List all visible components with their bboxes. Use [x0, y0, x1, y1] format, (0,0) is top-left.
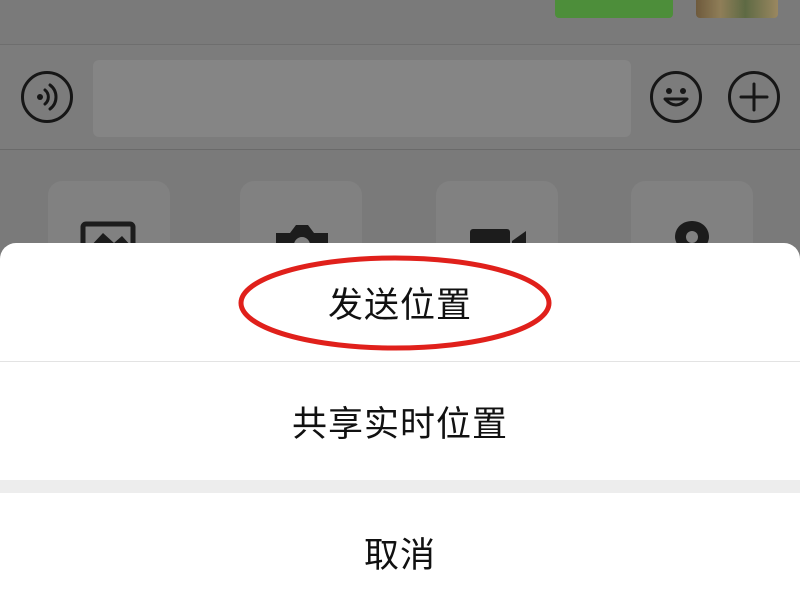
camera-tile[interactable] — [240, 181, 362, 251]
emoji-button[interactable] — [650, 71, 702, 123]
photo-tile[interactable] — [48, 181, 170, 251]
message-input[interactable] — [93, 60, 631, 137]
share-live-location-option[interactable]: 共享实时位置 — [0, 362, 800, 480]
send-location-option[interactable]: 发送位置 — [0, 243, 800, 361]
voice-icon — [37, 83, 58, 111]
voice-button[interactable] — [21, 71, 73, 123]
cancel-button[interactable]: 取消 — [0, 493, 800, 612]
image-message-thumbnail[interactable] — [696, 0, 778, 18]
more-functions-panel — [0, 150, 800, 251]
message-area — [0, 0, 800, 44]
plus-icon — [739, 82, 769, 112]
section-gap — [0, 480, 800, 493]
more-button[interactable] — [728, 71, 780, 123]
chat-screen: 发送位置 共享实时位置 取消 — [0, 0, 800, 612]
location-tile[interactable] — [631, 181, 753, 251]
camera-icon — [276, 225, 328, 251]
video-call-icon — [470, 229, 526, 251]
location-icon — [675, 221, 709, 251]
emoji-icon — [663, 88, 689, 107]
chat-input-bar — [0, 44, 800, 150]
video-call-tile[interactable] — [436, 181, 558, 251]
sent-message-bubble[interactable] — [555, 0, 673, 18]
location-action-sheet: 发送位置 共享实时位置 取消 — [0, 243, 800, 612]
photo-icon — [80, 221, 136, 251]
